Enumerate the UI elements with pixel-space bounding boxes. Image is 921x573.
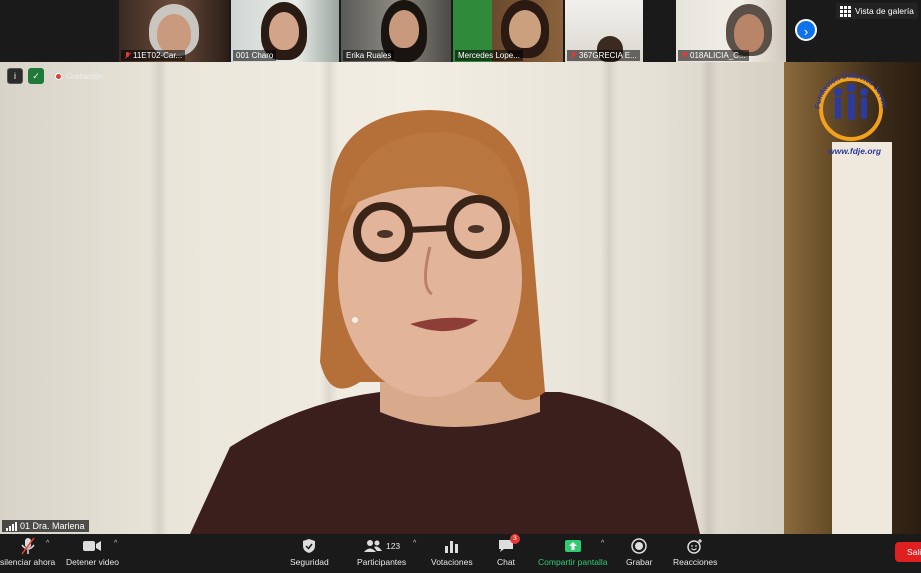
participant-tile[interactable]: 367GRECIA E... [565, 0, 643, 62]
share-options-caret[interactable]: ^ [601, 540, 604, 547]
participants-label: Participantes [357, 557, 407, 567]
meeting-toolbar: silenciar ahora ^ Detener video ^ Seguri… [0, 534, 921, 573]
mute-label: silenciar ahora [0, 557, 56, 567]
participant-tile[interactable]: Mercedes Lope... [453, 0, 563, 62]
mic-muted-icon [124, 51, 131, 60]
recording-dot-icon [55, 72, 62, 80]
grid-icon [840, 5, 851, 17]
microphone-icon [21, 537, 35, 555]
participant-tile[interactable]: Erika Ruales [341, 0, 451, 62]
gallery-view-label: Vista de galería [855, 6, 914, 16]
chat-button[interactable]: 3 Chat [497, 534, 520, 568]
main-speaker-video[interactable]: i ✓ Grabación Fundación Diabetes Juvenil… [0, 62, 921, 534]
smiley-plus-icon [687, 539, 703, 554]
stop-video-label: Detener video [66, 557, 119, 567]
video-camera-icon [83, 541, 102, 551]
mic-muted-icon [570, 51, 577, 60]
record-label: Grabar [626, 557, 653, 567]
gallery-strip: 11ET02-Car... 001 Charo Erika Ruales Mer… [0, 0, 921, 62]
record-icon [631, 538, 647, 554]
reactions-button[interactable]: Reacciones [673, 536, 717, 568]
participant-tile[interactable]: 018ALICIA_C... [676, 0, 786, 62]
share-screen-label: Compartir pantalla [538, 557, 608, 567]
stop-video-button[interactable]: Detener video [66, 536, 119, 568]
participant-name: 001 Charo [236, 51, 274, 60]
next-page-arrow-icon[interactable]: › [795, 19, 817, 41]
participant-tile[interactable]: 11ET02-Car... [119, 0, 229, 62]
participant-name: 367GRECIA E... [579, 51, 637, 60]
participants-icon [363, 540, 382, 552]
polls-label: Votaciones [431, 557, 473, 567]
speaker-name: 01 Dra. Marlena [20, 521, 85, 531]
share-screen-button[interactable]: Compartir pantalla [538, 536, 607, 568]
share-screen-icon [564, 540, 581, 552]
record-button[interactable]: Grabar [626, 536, 652, 568]
bar-chart-icon [444, 541, 458, 553]
gallery-view-button[interactable]: Vista de galería [836, 3, 918, 19]
mic-muted-icon [681, 51, 688, 60]
video-options-caret[interactable]: ^ [114, 540, 117, 547]
signal-strength-icon [6, 521, 17, 531]
speaker-name-tag: 01 Dra. Marlena [2, 520, 89, 532]
recording-indicator: Grabación [55, 72, 103, 81]
security-button[interactable]: Seguridad [290, 536, 329, 568]
foundation-logo: Fundación Diabetes Juvenil Ecuador www.f… [808, 64, 889, 156]
security-label: Seguridad [290, 557, 329, 567]
chat-unread-badge: 3 [509, 534, 520, 544]
reactions-label: Reacciones [673, 557, 718, 567]
mute-options-caret[interactable]: ^ [46, 540, 49, 547]
participant-tile[interactable]: 001 Charo [231, 0, 339, 62]
shield-icon[interactable]: ✓ [28, 68, 44, 84]
participant-name: 11ET02-Car... [133, 51, 183, 60]
participants-count: 123 [385, 541, 401, 551]
shield-icon [303, 539, 316, 553]
info-icon[interactable]: i [7, 68, 23, 84]
recording-label: Grabación [66, 71, 103, 81]
logo-url: www.fdje.org [828, 146, 882, 156]
polls-button[interactable]: Votaciones [431, 536, 473, 568]
participant-name: Mercedes Lope... [458, 51, 520, 60]
speaker-figure [190, 110, 700, 534]
participants-button[interactable]: 123 Participantes [357, 536, 406, 568]
participants-options-caret[interactable]: ^ [413, 540, 416, 547]
chat-label: Chat [497, 557, 515, 567]
participant-name: 018ALICIA_C... [690, 51, 746, 60]
participant-name: Erika Ruales [346, 51, 392, 60]
leave-button[interactable]: Salir [895, 542, 921, 562]
